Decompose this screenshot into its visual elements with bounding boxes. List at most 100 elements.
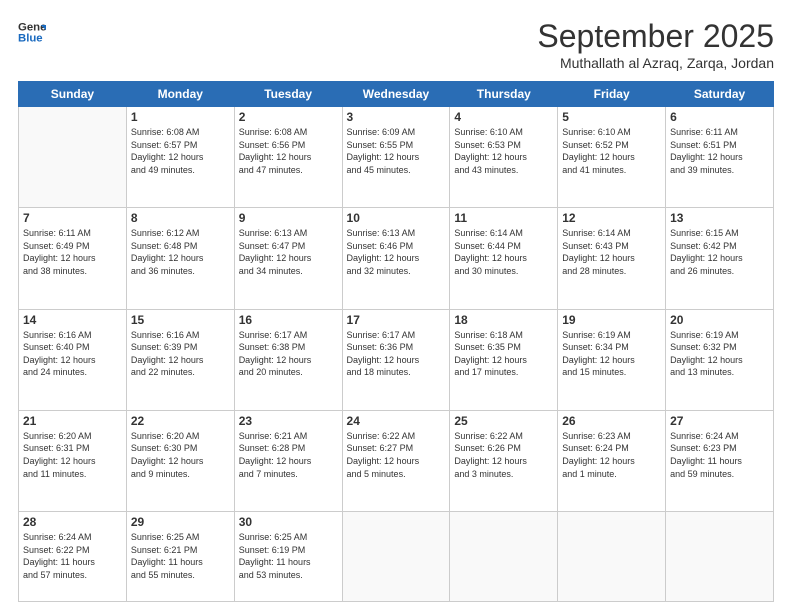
col-tuesday: Tuesday — [234, 82, 342, 107]
table-row: 1 Sunrise: 6:08 AM Sunset: 6:57 PM Daylig… — [126, 107, 234, 208]
day-info: Sunrise: 6:22 AM Sunset: 6:26 PM Dayligh… — [454, 430, 553, 480]
day-info: Sunrise: 6:15 AM Sunset: 6:42 PM Dayligh… — [670, 227, 769, 277]
day-number: 30 — [239, 515, 338, 529]
day-info: Sunrise: 6:09 AM Sunset: 6:55 PM Dayligh… — [347, 126, 446, 176]
location: Muthallath al Azraq, Zarqa, Jordan — [537, 55, 774, 71]
day-info: Sunrise: 6:11 AM Sunset: 6:51 PM Dayligh… — [670, 126, 769, 176]
day-number: 4 — [454, 110, 553, 124]
table-row: 18 Sunrise: 6:18 AM Sunset: 6:35 PM Dayli… — [450, 309, 558, 410]
day-info: Sunrise: 6:19 AM Sunset: 6:32 PM Dayligh… — [670, 329, 769, 379]
table-row: 10 Sunrise: 6:13 AM Sunset: 6:46 PM Dayli… — [342, 208, 450, 309]
col-friday: Friday — [558, 82, 666, 107]
day-info: Sunrise: 6:19 AM Sunset: 6:34 PM Dayligh… — [562, 329, 661, 379]
day-info: Sunrise: 6:13 AM Sunset: 6:46 PM Dayligh… — [347, 227, 446, 277]
day-number: 13 — [670, 211, 769, 225]
table-row: 25 Sunrise: 6:22 AM Sunset: 6:26 PM Dayli… — [450, 410, 558, 511]
table-row: 19 Sunrise: 6:19 AM Sunset: 6:34 PM Dayli… — [558, 309, 666, 410]
day-info: Sunrise: 6:14 AM Sunset: 6:44 PM Dayligh… — [454, 227, 553, 277]
day-info: Sunrise: 6:16 AM Sunset: 6:40 PM Dayligh… — [23, 329, 122, 379]
logo: General Blue — [18, 18, 46, 46]
day-number: 18 — [454, 313, 553, 327]
day-info: Sunrise: 6:08 AM Sunset: 6:57 PM Dayligh… — [131, 126, 230, 176]
day-number: 8 — [131, 211, 230, 225]
day-info: Sunrise: 6:11 AM Sunset: 6:49 PM Dayligh… — [23, 227, 122, 277]
day-info: Sunrise: 6:20 AM Sunset: 6:30 PM Dayligh… — [131, 430, 230, 480]
day-info: Sunrise: 6:08 AM Sunset: 6:56 PM Dayligh… — [239, 126, 338, 176]
day-info: Sunrise: 6:25 AM Sunset: 6:21 PM Dayligh… — [131, 531, 230, 581]
day-info: Sunrise: 6:10 AM Sunset: 6:53 PM Dayligh… — [454, 126, 553, 176]
title-block: September 2025 Muthallath al Azraq, Zarq… — [537, 18, 774, 71]
logo-icon: General Blue — [18, 18, 46, 46]
day-number: 5 — [562, 110, 661, 124]
day-number: 21 — [23, 414, 122, 428]
table-row: 29 Sunrise: 6:25 AM Sunset: 6:21 PM Dayli… — [126, 512, 234, 602]
table-row — [19, 107, 127, 208]
calendar-header-row: Sunday Monday Tuesday Wednesday Thursday… — [19, 82, 774, 107]
day-number: 10 — [347, 211, 446, 225]
day-number: 17 — [347, 313, 446, 327]
day-info: Sunrise: 6:23 AM Sunset: 6:24 PM Dayligh… — [562, 430, 661, 480]
table-row — [666, 512, 774, 602]
day-number: 23 — [239, 414, 338, 428]
day-number: 7 — [23, 211, 122, 225]
table-row: 15Sunrise: 6:16 AM Sunset: 6:39 PM Dayli… — [126, 309, 234, 410]
table-row: 27Sunrise: 6:24 AM Sunset: 6:23 PM Dayli… — [666, 410, 774, 511]
table-row: 16 Sunrise: 6:17 AM Sunset: 6:38 PM Dayli… — [234, 309, 342, 410]
day-number: 20 — [670, 313, 769, 327]
page: General Blue September 2025 Muthallath a… — [0, 0, 792, 612]
day-info: Sunrise: 6:21 AM Sunset: 6:28 PM Dayligh… — [239, 430, 338, 480]
table-row: 9Sunrise: 6:13 AM Sunset: 6:47 PM Daylig… — [234, 208, 342, 309]
table-row — [558, 512, 666, 602]
day-info: Sunrise: 6:25 AM Sunset: 6:19 PM Dayligh… — [239, 531, 338, 581]
day-number: 22 — [131, 414, 230, 428]
table-row: 7 Sunrise: 6:11 AM Sunset: 6:49 PM Daylig… — [19, 208, 127, 309]
day-info: Sunrise: 6:22 AM Sunset: 6:27 PM Dayligh… — [347, 430, 446, 480]
svg-text:Blue: Blue — [18, 33, 43, 45]
table-row: 21Sunrise: 6:20 AM Sunset: 6:31 PM Dayli… — [19, 410, 127, 511]
day-number: 27 — [670, 414, 769, 428]
day-number: 6 — [670, 110, 769, 124]
day-number: 2 — [239, 110, 338, 124]
table-row: 17 Sunrise: 6:17 AM Sunset: 6:36 PM Dayli… — [342, 309, 450, 410]
table-row: 5 Sunrise: 6:10 AM Sunset: 6:52 PM Daylig… — [558, 107, 666, 208]
table-row: 13 Sunrise: 6:15 AM Sunset: 6:42 PM Dayli… — [666, 208, 774, 309]
table-row: 24 Sunrise: 6:22 AM Sunset: 6:27 PM Dayli… — [342, 410, 450, 511]
day-number: 1 — [131, 110, 230, 124]
col-wednesday: Wednesday — [342, 82, 450, 107]
month-title: September 2025 — [537, 18, 774, 55]
day-info: Sunrise: 6:17 AM Sunset: 6:36 PM Dayligh… — [347, 329, 446, 379]
table-row: 12 Sunrise: 6:14 AM Sunset: 6:43 PM Dayli… — [558, 208, 666, 309]
day-number: 24 — [347, 414, 446, 428]
day-number: 16 — [239, 313, 338, 327]
table-row: 6 Sunrise: 6:11 AM Sunset: 6:51 PM Daylig… — [666, 107, 774, 208]
day-info: Sunrise: 6:17 AM Sunset: 6:38 PM Dayligh… — [239, 329, 338, 379]
table-row — [450, 512, 558, 602]
table-row: 28 Sunrise: 6:24 AM Sunset: 6:22 PM Dayli… — [19, 512, 127, 602]
day-number: 15 — [131, 313, 230, 327]
day-number: 19 — [562, 313, 661, 327]
table-row — [342, 512, 450, 602]
day-info: Sunrise: 6:14 AM Sunset: 6:43 PM Dayligh… — [562, 227, 661, 277]
table-row: 23 Sunrise: 6:21 AM Sunset: 6:28 PM Dayli… — [234, 410, 342, 511]
table-row: 26 Sunrise: 6:23 AM Sunset: 6:24 PM Dayli… — [558, 410, 666, 511]
day-number: 11 — [454, 211, 553, 225]
day-info: Sunrise: 6:13 AM Sunset: 6:47 PM Dayligh… — [239, 227, 338, 277]
day-number: 26 — [562, 414, 661, 428]
table-row: 14 Sunrise: 6:16 AM Sunset: 6:40 PM Dayli… — [19, 309, 127, 410]
col-thursday: Thursday — [450, 82, 558, 107]
day-number: 14 — [23, 313, 122, 327]
day-number: 29 — [131, 515, 230, 529]
day-number: 25 — [454, 414, 553, 428]
day-info: Sunrise: 6:18 AM Sunset: 6:35 PM Dayligh… — [454, 329, 553, 379]
day-number: 12 — [562, 211, 661, 225]
day-info: Sunrise: 6:10 AM Sunset: 6:52 PM Dayligh… — [562, 126, 661, 176]
day-number: 28 — [23, 515, 122, 529]
table-row: 22 Sunrise: 6:20 AM Sunset: 6:30 PM Dayli… — [126, 410, 234, 511]
day-info: Sunrise: 6:24 AM Sunset: 6:22 PM Dayligh… — [23, 531, 122, 581]
table-row: 8Sunrise: 6:12 AM Sunset: 6:48 PM Daylig… — [126, 208, 234, 309]
table-row: 2 Sunrise: 6:08 AM Sunset: 6:56 PM Daylig… — [234, 107, 342, 208]
svg-text:General: General — [18, 21, 46, 33]
col-monday: Monday — [126, 82, 234, 107]
table-row: 11 Sunrise: 6:14 AM Sunset: 6:44 PM Dayli… — [450, 208, 558, 309]
table-row: 30 Sunrise: 6:25 AM Sunset: 6:19 PM Dayli… — [234, 512, 342, 602]
